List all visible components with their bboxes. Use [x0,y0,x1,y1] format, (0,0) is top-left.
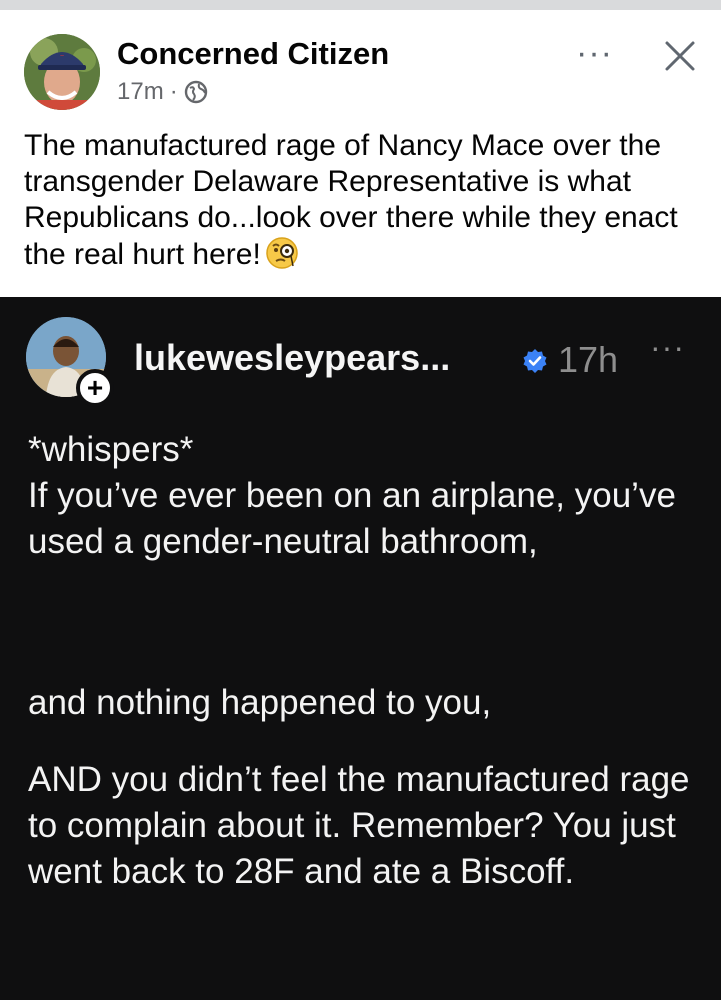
embedded-more-button[interactable]: ··· [650,329,685,366]
globe-icon[interactable] [184,80,208,104]
post-more-button[interactable]: ··· [576,34,613,73]
embedded-username[interactable]: lukewesleypears... [134,337,450,379]
embedded-time: 17h [558,339,619,380]
post-text-block: The manufactured rage of Nancy Mace over… [24,128,704,273]
author-name[interactable]: Concerned Citizen [117,36,389,72]
verified-badge-icon [523,349,547,373]
embedded-paragraph-2: and nothing happened to you, [28,683,492,722]
post-meta: 17m · [117,78,208,106]
follow-button[interactable]: + [76,369,114,407]
embedded-threads-post: + lukewesleypears... 17h ··· *whispers* … [0,297,721,1000]
face-with-monocle-emoji [266,237,298,269]
author-avatar[interactable]: ~ [24,34,100,110]
post-time[interactable]: 17m [117,78,164,106]
post-text: The manufactured rage of Nancy Mace over… [24,129,678,271]
top-divider [0,0,721,10]
meta-separator: · [169,78,178,105]
embedded-paragraph-3: AND you didn’t feel the manufactured rag… [28,760,690,891]
avatar-image: ~ [24,34,100,110]
close-icon[interactable] [664,40,696,72]
embedded-paragraph-1: *whispers* If you’ve ever been on an air… [28,430,676,561]
svg-text:~: ~ [60,53,64,60]
